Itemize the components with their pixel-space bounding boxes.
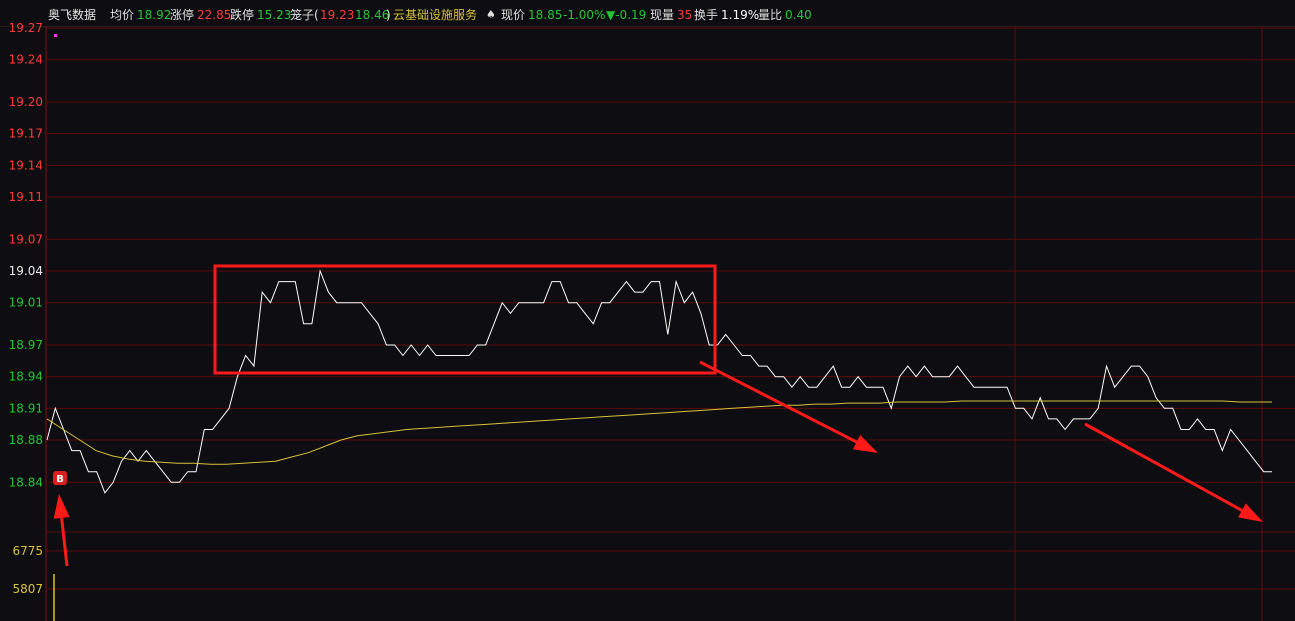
- intraday-chart[interactable]: 19.27 19.24 19.20 19.17 19.14 19.11 19.07 19.04…: [0, 0, 1295, 621]
- y-tick-label: 19.27: [9, 21, 43, 35]
- y-tick-label: 19.07: [9, 232, 43, 246]
- arrow-down-middle-head: [852, 434, 878, 453]
- y-tick-label: 19.24: [9, 53, 43, 67]
- y-tick-label: 18.88: [9, 433, 43, 447]
- y-tick-label: 19.04: [9, 264, 43, 278]
- y-tick-label: 19.14: [9, 158, 43, 172]
- y-tick-label: 18.91: [9, 401, 43, 415]
- top-marker-dot: [54, 34, 57, 37]
- average-price-line: [46, 400, 1272, 465]
- volume-tick-label: 5807: [12, 582, 43, 596]
- y-tick-label: 19.17: [9, 127, 43, 141]
- arrow-up-shaft: [60, 517, 69, 567]
- buy-marker-label: B: [56, 474, 64, 485]
- y-tick-label: 18.94: [9, 370, 43, 384]
- y-tick-label: 19.01: [9, 296, 43, 310]
- arrow-up-head: [53, 494, 70, 519]
- y-tick-label: 19.20: [9, 95, 43, 109]
- grid: [45, 26, 1295, 621]
- y-tick-label: 18.97: [9, 338, 43, 352]
- annotations: B: [53, 34, 1263, 567]
- y-tick-label: 19.11: [9, 190, 43, 204]
- price-line: [46, 269, 1272, 494]
- price-lines: [46, 269, 1272, 621]
- arrow-down-right-head: [1238, 503, 1263, 522]
- volume-tick-label: 6775: [12, 544, 43, 558]
- y-axis-ticks: 19.27 19.24 19.20 19.17 19.14 19.11 19.07 19.04…: [9, 21, 43, 596]
- y-tick-label: 18.84: [9, 475, 43, 489]
- arrow-down-right-shaft: [1084, 422, 1243, 512]
- arrow-down-middle-shaft: [699, 360, 858, 444]
